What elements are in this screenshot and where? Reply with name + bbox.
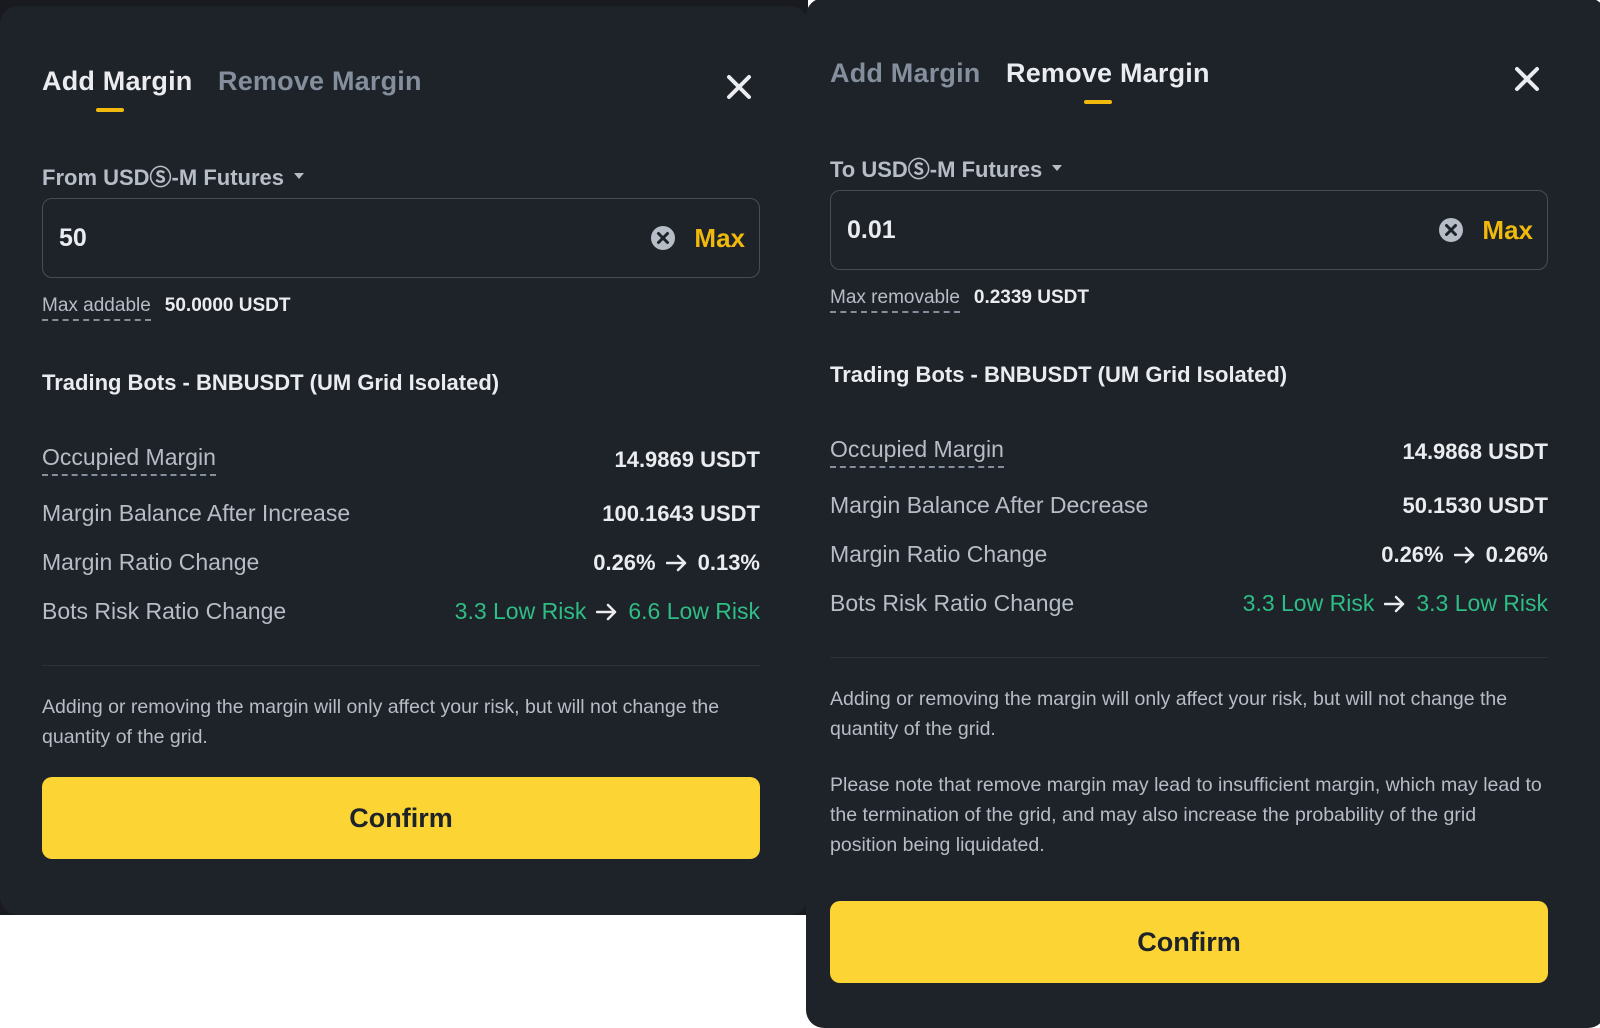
margin-ratio-to: 0.26% bbox=[1485, 541, 1548, 567]
margin-ratio-row: Margin Ratio Change 0.26% 0.26% bbox=[830, 541, 1548, 568]
remove-margin-dialog: Add Margin Remove Margin To USDⓈ-M Futur… bbox=[806, 0, 1600, 1028]
risk-ratio-from: 3.3 Low Risk bbox=[1242, 590, 1375, 616]
max-addable-label[interactable]: Max addable bbox=[42, 295, 151, 321]
clear-input-icon[interactable] bbox=[1438, 217, 1464, 243]
section-title: Trading Bots - BNBUSDT (UM Grid Isolated… bbox=[830, 362, 1288, 387]
margin-ratio-label: Margin Ratio Change bbox=[42, 549, 260, 575]
occupied-margin-label[interactable]: Occupied Margin bbox=[42, 444, 216, 476]
tab-remove-margin[interactable]: Remove Margin bbox=[218, 66, 422, 97]
divider bbox=[42, 665, 760, 666]
arrow-right-icon bbox=[596, 603, 617, 620]
margin-ratio-value: 0.26% 0.13% bbox=[593, 550, 760, 576]
margin-ratio-from: 0.26% bbox=[1381, 541, 1444, 567]
tab-add-margin[interactable]: Add Margin bbox=[42, 66, 193, 97]
margin-balance-value: 100.1643 USDT bbox=[602, 500, 760, 526]
caret-down-icon bbox=[294, 173, 305, 179]
info-note: Adding or removing the margin will only … bbox=[42, 696, 720, 748]
confirm-button[interactable]: Confirm bbox=[42, 777, 760, 859]
max-removable-value: 0.2339 USDT bbox=[973, 287, 1090, 308]
margin-ratio-row: Margin Ratio Change 0.26% 0.13% bbox=[42, 549, 760, 576]
amount-field[interactable]: Max bbox=[830, 190, 1548, 270]
active-tab-indicator bbox=[1084, 100, 1112, 104]
divider bbox=[830, 657, 1548, 658]
close-icon[interactable] bbox=[1512, 64, 1542, 94]
risk-ratio-value: 3.3 Low Risk 6.6 Low Risk bbox=[455, 598, 760, 625]
occupied-margin-row: Occupied Margin 14.9868 USDT bbox=[830, 436, 1548, 468]
max-addable-value: 50.0000 USDT bbox=[164, 295, 291, 316]
confirm-button[interactable]: Confirm bbox=[830, 901, 1548, 983]
amount-input[interactable] bbox=[845, 214, 1439, 246]
margin-balance-row: Margin Balance After Increase 100.1643 U… bbox=[42, 500, 760, 527]
risk-ratio-to: 6.6 Low Risk bbox=[628, 598, 760, 624]
target-account-select[interactable]: To USDⓈ-M Futures bbox=[830, 152, 1063, 184]
warning-note: Please note that remove margin may lead … bbox=[830, 774, 1542, 856]
amount-input[interactable] bbox=[57, 222, 651, 254]
add-margin-dialog: Add Margin Remove Margin From USDⓈ-M Fut… bbox=[0, 6, 808, 915]
margin-balance-row: Margin Balance After Decrease 50.1530 US… bbox=[830, 492, 1548, 519]
max-addable-info: Max addable 50.0000 USDT bbox=[42, 295, 290, 321]
margin-ratio-value: 0.26% 0.26% bbox=[1381, 542, 1548, 568]
occupied-margin-label[interactable]: Occupied Margin bbox=[830, 436, 1004, 468]
margin-ratio-from: 0.26% bbox=[593, 549, 656, 575]
max-removable-label[interactable]: Max removable bbox=[830, 287, 960, 313]
max-button[interactable]: Max bbox=[1482, 215, 1533, 246]
clear-input-icon[interactable] bbox=[650, 225, 676, 251]
margin-balance-label: Margin Balance After Decrease bbox=[830, 492, 1149, 518]
caret-down-icon bbox=[1052, 165, 1063, 171]
occupied-margin-row: Occupied Margin 14.9869 USDT bbox=[42, 444, 760, 476]
margin-ratio-label: Margin Ratio Change bbox=[830, 541, 1048, 567]
amount-field[interactable]: Max bbox=[42, 198, 760, 278]
risk-ratio-row: Bots Risk Ratio Change 3.3 Low Risk 6.6 … bbox=[42, 598, 760, 625]
max-button[interactable]: Max bbox=[694, 223, 745, 254]
info-note: Adding or removing the margin will only … bbox=[830, 688, 1508, 740]
risk-ratio-label: Bots Risk Ratio Change bbox=[42, 598, 287, 624]
source-account-label: From USDⓈ-M Futures bbox=[42, 165, 285, 190]
max-removable-info: Max removable 0.2339 USDT bbox=[830, 287, 1089, 313]
risk-ratio-row: Bots Risk Ratio Change 3.3 Low Risk 3.3 … bbox=[830, 590, 1548, 617]
target-account-label: To USDⓈ-M Futures bbox=[830, 157, 1043, 182]
occupied-margin-value: 14.9869 USDT bbox=[614, 447, 760, 472]
arrow-right-icon bbox=[1453, 546, 1474, 563]
section-title: Trading Bots - BNBUSDT (UM Grid Isolated… bbox=[42, 370, 500, 395]
close-icon[interactable] bbox=[724, 72, 754, 102]
risk-ratio-label: Bots Risk Ratio Change bbox=[830, 590, 1075, 616]
tab-remove-margin[interactable]: Remove Margin bbox=[1006, 58, 1210, 89]
occupied-margin-value: 14.9868 USDT bbox=[1402, 439, 1548, 464]
tab-add-margin[interactable]: Add Margin bbox=[830, 58, 981, 89]
source-account-select[interactable]: From USDⓈ-M Futures bbox=[42, 160, 305, 192]
arrow-right-icon bbox=[665, 554, 686, 571]
margin-ratio-to: 0.13% bbox=[697, 549, 760, 575]
arrow-right-icon bbox=[1384, 595, 1405, 612]
risk-ratio-from: 3.3 Low Risk bbox=[454, 598, 587, 624]
risk-ratio-to: 3.3 Low Risk bbox=[1416, 590, 1548, 616]
risk-ratio-value: 3.3 Low Risk 3.3 Low Risk bbox=[1243, 590, 1548, 617]
active-tab-indicator bbox=[96, 108, 124, 112]
margin-balance-value: 50.1530 USDT bbox=[1402, 492, 1548, 518]
margin-balance-label: Margin Balance After Increase bbox=[42, 500, 351, 526]
